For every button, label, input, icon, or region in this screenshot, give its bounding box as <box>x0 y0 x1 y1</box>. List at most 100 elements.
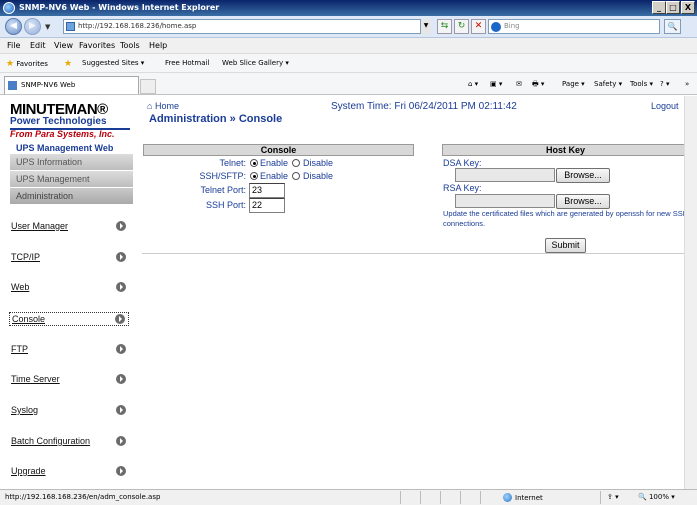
sidebar-item-batch-configuration[interactable]: Batch Configuration <box>9 435 129 449</box>
ie-logo-icon <box>3 2 15 14</box>
menu-help[interactable]: Help <box>149 41 167 50</box>
search-button[interactable]: 🔍 <box>664 19 681 34</box>
minuteman-logo: MINUTEMAN® Power Technologies From Para … <box>10 101 130 139</box>
maximize-button[interactable]: □ <box>666 1 680 14</box>
globe-icon <box>503 493 512 502</box>
help-command-icon[interactable]: ? ▾ <box>660 80 669 88</box>
breadcrumb: Administration » Console <box>149 113 283 125</box>
sidebar-item-upgrade[interactable]: Upgrade <box>9 465 129 479</box>
menu-edit[interactable]: Edit <box>30 41 46 50</box>
sidebar-item-tcp-ip[interactable]: TCP/IP <box>9 251 129 265</box>
search-placeholder: Bing <box>504 22 520 30</box>
mail-command-icon[interactable]: ✉ <box>516 80 522 88</box>
ssh-enable-label: Enable <box>260 171 289 181</box>
menu-file[interactable]: File <box>7 41 20 50</box>
ssh-port-input[interactable]: 22 <box>249 198 285 213</box>
forward-button[interactable]: ▶ <box>24 18 41 35</box>
telnet-enable-radio[interactable] <box>250 159 258 167</box>
search-input[interactable]: Bing <box>488 19 660 34</box>
close-window-button[interactable]: X <box>681 1 695 14</box>
back-button[interactable]: ◀ <box>5 18 22 35</box>
console-section-title: Console <box>143 144 414 156</box>
page-menu[interactable]: Page ▾ <box>562 80 585 88</box>
sidebar-section-ups-information[interactable]: UPS Information <box>10 154 133 170</box>
ssh-port-label: SSH Port: <box>205 200 246 210</box>
sidebar-item-ftp[interactable]: FTP <box>9 343 129 357</box>
sidebar-item-web[interactable]: Web <box>9 281 129 295</box>
address-url: http://192.168.168.236/home.asp <box>78 22 197 30</box>
feeds-command-icon[interactable]: ▣ ▾ <box>490 80 502 88</box>
web-slice-gallery-link[interactable]: Web Slice Gallery ▾ <box>222 59 289 67</box>
telnet-port-label: Telnet Port: <box>200 185 246 195</box>
sidebar-item-syslog[interactable]: Syslog <box>9 404 129 418</box>
new-tab-button[interactable] <box>140 79 156 94</box>
telnet-enable-label: Enable <box>260 158 289 168</box>
suggested-sites-link[interactable]: Suggested Sites ▾ <box>82 59 144 67</box>
sidebar-section-administration[interactable]: Administration <box>10 188 133 204</box>
free-hotmail-link[interactable]: Free Hotmail <box>165 59 209 67</box>
rsa-browse-button[interactable]: Browse... <box>556 194 610 209</box>
add-favorite-icon[interactable]: ★ <box>64 59 72 69</box>
arrow-circle-icon <box>116 344 126 354</box>
security-zone: Internet <box>503 493 543 502</box>
menu-tools[interactable]: Tools <box>120 41 140 50</box>
rsa-key-file-input[interactable] <box>455 194 555 208</box>
menu-favorites[interactable]: Favorites <box>79 41 115 50</box>
window-title: SNMP-NV6 Web - Windows Internet Explorer <box>19 3 220 12</box>
home-link[interactable]: ⌂ Home <box>147 101 179 111</box>
arrow-circle-icon <box>116 436 126 446</box>
web-page: MINUTEMAN® Power Technologies From Para … <box>0 96 697 489</box>
star-icon: ★ <box>6 59 15 69</box>
more-commands-icon[interactable]: » <box>685 80 689 88</box>
host-key-section-title: Host Key <box>442 144 689 156</box>
refresh-button[interactable]: ↻ <box>454 19 469 34</box>
telnet-port-input[interactable]: 23 <box>249 183 285 198</box>
menu-bar: File Edit View Favorites Tools Help <box>0 38 697 53</box>
safety-menu[interactable]: Safety ▾ <box>594 80 622 88</box>
stop-button[interactable]: ✕ <box>471 19 486 34</box>
dsa-key-file-input[interactable] <box>455 168 555 182</box>
arrow-circle-icon <box>116 405 126 415</box>
print-command-icon[interactable]: 🖶 ▾ <box>532 80 544 91</box>
dsa-key-label: DSA Key: <box>443 158 482 168</box>
logout-link[interactable]: Logout <box>651 101 679 111</box>
history-dropdown-icon[interactable]: ▼ <box>45 23 50 31</box>
arrow-circle-icon <box>116 221 126 231</box>
submit-button[interactable]: Submit <box>545 238 586 253</box>
arrow-circle-icon <box>116 374 126 384</box>
minimize-button[interactable]: _ <box>652 1 666 14</box>
tab-page-icon <box>8 81 17 90</box>
telnet-disable-radio[interactable] <box>292 159 300 167</box>
app-name: UPS Management Web <box>16 143 114 153</box>
sidebar-section-ups-management[interactable]: UPS Management <box>10 171 133 187</box>
sidebar-item-time-server[interactable]: Time Server <box>9 373 129 387</box>
ssh-disable-radio[interactable] <box>292 172 300 180</box>
favorites-button[interactable]: ★ Favorites <box>6 59 48 69</box>
arrow-circle-icon <box>116 466 126 476</box>
page-icon <box>66 22 75 31</box>
address-input[interactable]: http://192.168.168.236/home.asp <box>63 19 431 34</box>
vertical-scrollbar[interactable] <box>684 96 697 489</box>
tab-bar: SNMP-NV6 Web ⌂ ▾ ▣ ▾ ✉ 🖶 ▾ Page ▾ Safety… <box>0 73 697 95</box>
address-dropdown-icon[interactable]: ▼ <box>420 19 431 34</box>
ssh-enable-radio[interactable] <box>250 172 258 180</box>
protected-mode-icon[interactable]: ⇪ ▾ <box>607 493 619 501</box>
sidebar-item-user-manager[interactable]: User Manager <box>9 220 129 234</box>
arrow-circle-icon <box>116 252 126 262</box>
tools-menu[interactable]: Tools ▾ <box>630 80 653 88</box>
zoom-level[interactable]: 🔍 100% ▾ <box>638 493 675 501</box>
menu-view[interactable]: View <box>54 41 73 50</box>
tab-snmp-nv6-web[interactable]: SNMP-NV6 Web <box>4 76 139 94</box>
home-command-icon[interactable]: ⌂ ▾ <box>468 80 478 88</box>
window-titlebar: SNMP-NV6 Web - Windows Internet Explorer… <box>0 0 697 16</box>
system-time: System Time: Fri 06/24/2011 PM 02:11:42 <box>331 101 517 112</box>
dsa-browse-button[interactable]: Browse... <box>556 168 610 183</box>
status-url: http://192.168.168.236/en/adm_console.as… <box>5 493 161 501</box>
compat-view-icon[interactable]: ⇆ <box>437 19 452 34</box>
arrow-circle-icon <box>116 282 126 292</box>
house-icon: ⌂ <box>147 101 153 111</box>
sidebar-item-console[interactable]: Console <box>9 312 129 326</box>
address-toolbar: ◀ ▶ ▼ http://192.168.168.236/home.asp ▼ … <box>0 16 697 38</box>
ssh-disable-label: Disable <box>303 171 334 181</box>
telnet-disable-label: Disable <box>303 158 334 168</box>
